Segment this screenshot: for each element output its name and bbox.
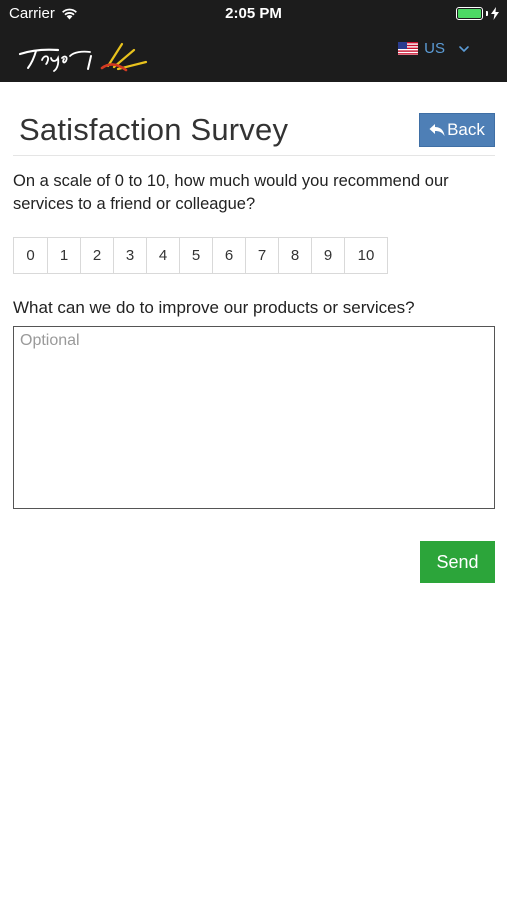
chevron-down-icon: [459, 45, 469, 52]
status-bar: Carrier 2:05 PM: [0, 0, 507, 28]
rating-option-7[interactable]: 7: [245, 237, 279, 274]
brand-logo[interactable]: [18, 38, 153, 74]
page-header: Satisfaction Survey Back: [13, 82, 495, 156]
rating-option-0[interactable]: 0: [13, 237, 48, 274]
rating-option-4[interactable]: 4: [146, 237, 180, 274]
recommend-question: On a scale of 0 to 10, how much would yo…: [13, 172, 449, 213]
language-label: US: [424, 40, 445, 57]
rating-option-2[interactable]: 2: [80, 237, 114, 274]
app-header: US: [0, 28, 507, 82]
rating-option-5[interactable]: 5: [179, 237, 213, 274]
charging-bolt-icon: [491, 7, 499, 20]
page-title: Satisfaction Survey: [19, 112, 289, 147]
reply-arrow-icon: [429, 124, 445, 136]
improve-question: What can we do to improve our products o…: [13, 298, 415, 317]
rating-option-9[interactable]: 9: [311, 237, 345, 274]
language-selector[interactable]: US: [398, 40, 471, 57]
rating-option-6[interactable]: 6: [212, 237, 246, 274]
rating-option-10[interactable]: 10: [344, 237, 388, 274]
survey-page: Satisfaction Survey Back On a scale of 0…: [13, 82, 495, 584]
back-button-label: Back: [447, 120, 485, 139]
clock: 2:05 PM: [225, 5, 282, 22]
rating-option-3[interactable]: 3: [113, 237, 147, 274]
battery-icon: [456, 7, 483, 20]
battery-indicator: [456, 7, 499, 20]
send-button[interactable]: Send: [420, 541, 495, 583]
back-button[interactable]: Back: [419, 113, 495, 147]
rating-option-1[interactable]: 1: [47, 237, 81, 274]
rating-scale: 0 1 2 3 4 5 6 7 8 9 10: [13, 237, 495, 274]
us-flag-icon: [398, 42, 419, 55]
form-actions: Send: [13, 514, 495, 584]
rating-option-8[interactable]: 8: [278, 237, 312, 274]
feedback-textarea[interactable]: [13, 326, 495, 509]
